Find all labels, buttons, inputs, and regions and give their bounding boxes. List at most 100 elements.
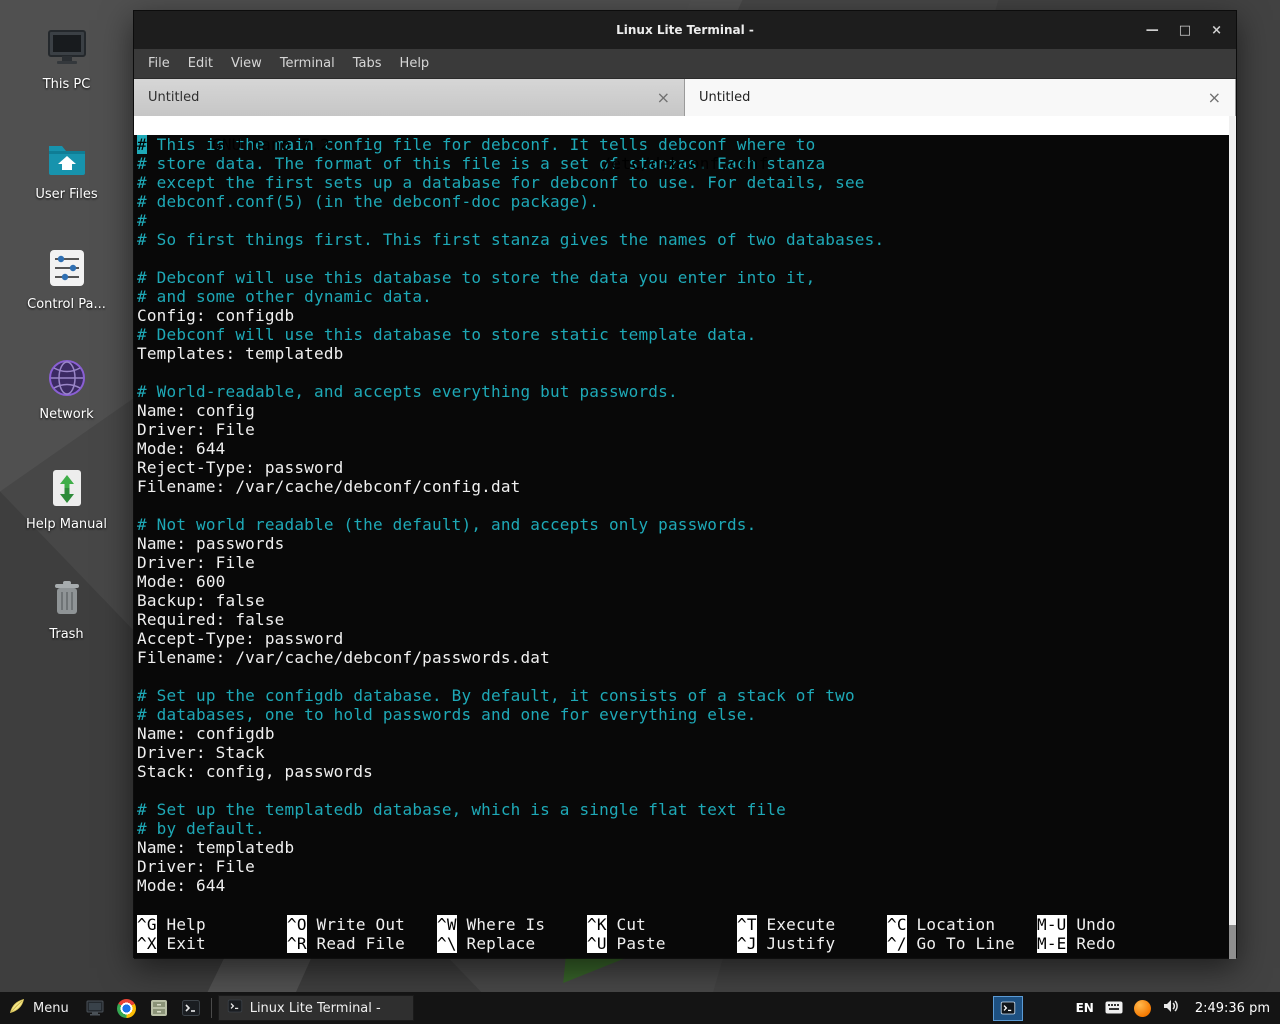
desktop-icon-label: Control Pa... xyxy=(27,297,106,312)
tab-bar: Untitled × Untitled × xyxy=(134,79,1236,116)
terminal-line: Name: passwords xyxy=(137,534,1236,553)
keyboard-language-indicator[interactable]: EN xyxy=(1076,1001,1094,1015)
window-title: Linux Lite Terminal - xyxy=(616,23,754,37)
nano-shortcut-exit: ^X Exit xyxy=(137,934,287,953)
terminal-line: # Set up the configdb database. By defau… xyxy=(137,686,1236,705)
nano-titlebar: GNU nano 7.2 /etc/debconf.conf xyxy=(134,116,1236,135)
keyboard-layout-icon[interactable] xyxy=(1105,999,1123,1018)
terminal-line: Name: configdb xyxy=(137,724,1236,743)
terminal-line: # and some other dynamic data. xyxy=(137,287,1236,306)
nano-shortcut-help: ^G Help xyxy=(137,915,287,934)
scrollbar[interactable] xyxy=(1229,116,1236,959)
terminal-line: # debconf.conf(5) (in the debconf-doc pa… xyxy=(137,192,1236,211)
nano-text-area[interactable]: # This is the main config file for debco… xyxy=(134,135,1236,895)
terminal-line: # So first things first. This first stan… xyxy=(137,230,1236,249)
desktop-icon-this-pc[interactable]: This PC xyxy=(0,18,133,128)
terminal-line: Name: templatedb xyxy=(137,838,1236,857)
file-manager-icon[interactable] xyxy=(145,994,173,1022)
terminal-launcher-icon[interactable] xyxy=(177,994,205,1022)
terminal-line: Mode: 644 xyxy=(137,876,1236,895)
nano-shortcut-write-out: ^O Write Out xyxy=(287,915,437,934)
terminal-line: Reject-Type: password xyxy=(137,458,1236,477)
menu-file[interactable]: File xyxy=(139,56,179,71)
terminal-line: Accept-Type: password xyxy=(137,629,1236,648)
nano-shortcut-cut: ^K Cut xyxy=(587,915,737,934)
chrome-icon[interactable] xyxy=(113,994,141,1022)
desktop-icon-label: Help Manual xyxy=(26,517,107,532)
terminal-line xyxy=(137,363,1236,382)
nano-shortcut-read-file: ^R Read File xyxy=(287,934,437,953)
desktop-icons: This PC User Files Control Pa... Network… xyxy=(0,18,133,678)
nano-shortcut-justify: ^J Justify xyxy=(737,934,887,953)
menu-edit[interactable]: Edit xyxy=(179,56,222,71)
terminal-line xyxy=(137,496,1236,515)
tab-close-icon[interactable]: × xyxy=(657,90,670,106)
tab-untitled-1[interactable]: Untitled × xyxy=(134,79,685,116)
control-panel-icon xyxy=(45,248,89,292)
folder-icon xyxy=(45,138,89,182)
scrollbar-thumb[interactable] xyxy=(1229,116,1236,925)
taskbar-window-button[interactable]: Linux Lite Terminal - xyxy=(218,995,414,1021)
taskbar: Menu Linux Lite Terminal - EN xyxy=(0,992,1280,1024)
menu-help[interactable]: Help xyxy=(391,56,439,71)
terminal-line: Required: false xyxy=(137,610,1236,629)
monitor-launcher-icon[interactable] xyxy=(81,994,109,1022)
terminal-line: Mode: 600 xyxy=(137,572,1236,591)
menu-button[interactable]: Menu xyxy=(0,992,81,1024)
terminal-line: # Not world readable (the default), and … xyxy=(137,515,1236,534)
menu-terminal[interactable]: Terminal xyxy=(271,56,344,71)
terminal-line: Stack: config, passwords xyxy=(137,762,1236,781)
taskbar-separator xyxy=(211,998,212,1018)
window-titlebar[interactable]: Linux Lite Terminal - — □ × xyxy=(134,11,1236,49)
desktop-icon-help-manual[interactable]: Help Manual xyxy=(0,458,133,568)
menu-tabs[interactable]: Tabs xyxy=(344,56,391,71)
desktop-icon-user-files[interactable]: User Files xyxy=(0,128,133,238)
desktop-icon-control-panel[interactable]: Control Pa... xyxy=(0,238,133,348)
tab-label: Untitled xyxy=(148,90,657,105)
terminal-line: # World-readable, and accepts everything… xyxy=(137,382,1236,401)
maximize-button[interactable]: □ xyxy=(1179,24,1191,37)
terminal-line: # except the first sets up a database fo… xyxy=(137,173,1236,192)
desktop-icon-network[interactable]: Network xyxy=(0,348,133,458)
terminal-line: Driver: File xyxy=(137,420,1236,439)
nano-file-path: /etc/debconf.conf xyxy=(601,154,768,173)
tab-label: Untitled xyxy=(699,90,1208,105)
terminal-line xyxy=(137,667,1236,686)
terminal-empty-area xyxy=(134,895,1236,915)
tray-terminal-icon[interactable] xyxy=(993,996,1023,1021)
linux-lite-logo-icon xyxy=(8,997,26,1019)
desktop-icon-label: Trash xyxy=(49,627,83,642)
terminal-line: # Debconf will use this database to stor… xyxy=(137,268,1236,287)
terminal-window: Linux Lite Terminal - — □ × File Edit Vi… xyxy=(133,10,1237,958)
nano-shortcut-bar: ^G Help^O Write Out^W Where Is^K Cut^T E… xyxy=(134,915,1236,959)
nano-shortcut-replace: ^\ Replace xyxy=(437,934,587,953)
nano-shortcut-go-to-line: ^/ Go To Line xyxy=(887,934,1037,953)
menu-button-label: Menu xyxy=(33,1001,69,1016)
terminal-line: Templates: templatedb xyxy=(137,344,1236,363)
notifier-icon[interactable] xyxy=(1134,1000,1151,1017)
volume-icon[interactable] xyxy=(1162,998,1180,1018)
desktop-icon-trash[interactable]: Trash xyxy=(0,568,133,678)
terminal-line: # xyxy=(137,211,1236,230)
computer-icon xyxy=(45,28,89,72)
clock[interactable]: 2:49:36 pm xyxy=(1195,1001,1270,1016)
desktop-icon-label: This PC xyxy=(43,77,91,92)
close-button[interactable]: × xyxy=(1211,24,1222,37)
terminal-line xyxy=(137,249,1236,268)
terminal-line: Mode: 644 xyxy=(137,439,1236,458)
terminal-line: # by default. xyxy=(137,819,1236,838)
minimize-button[interactable]: — xyxy=(1146,24,1159,37)
terminal-line: Driver: File xyxy=(137,857,1236,876)
network-globe-icon xyxy=(45,358,89,402)
menu-view[interactable]: View xyxy=(222,56,271,71)
nano-shortcut-redo: M-E Redo xyxy=(1037,934,1187,953)
terminal-line: Driver: Stack xyxy=(137,743,1236,762)
terminal-content[interactable]: GNU nano 7.2 /etc/debconf.conf # This is… xyxy=(134,116,1236,959)
nano-shortcut-execute: ^T Execute xyxy=(737,915,887,934)
menu-bar: File Edit View Terminal Tabs Help xyxy=(134,49,1236,79)
terminal-line: Driver: File xyxy=(137,553,1236,572)
terminal-line: Filename: /var/cache/debconf/passwords.d… xyxy=(137,648,1236,667)
terminal-line: # databases, one to hold passwords and o… xyxy=(137,705,1236,724)
tab-close-icon[interactable]: × xyxy=(1208,90,1221,106)
tab-untitled-2[interactable]: Untitled × xyxy=(685,79,1236,116)
